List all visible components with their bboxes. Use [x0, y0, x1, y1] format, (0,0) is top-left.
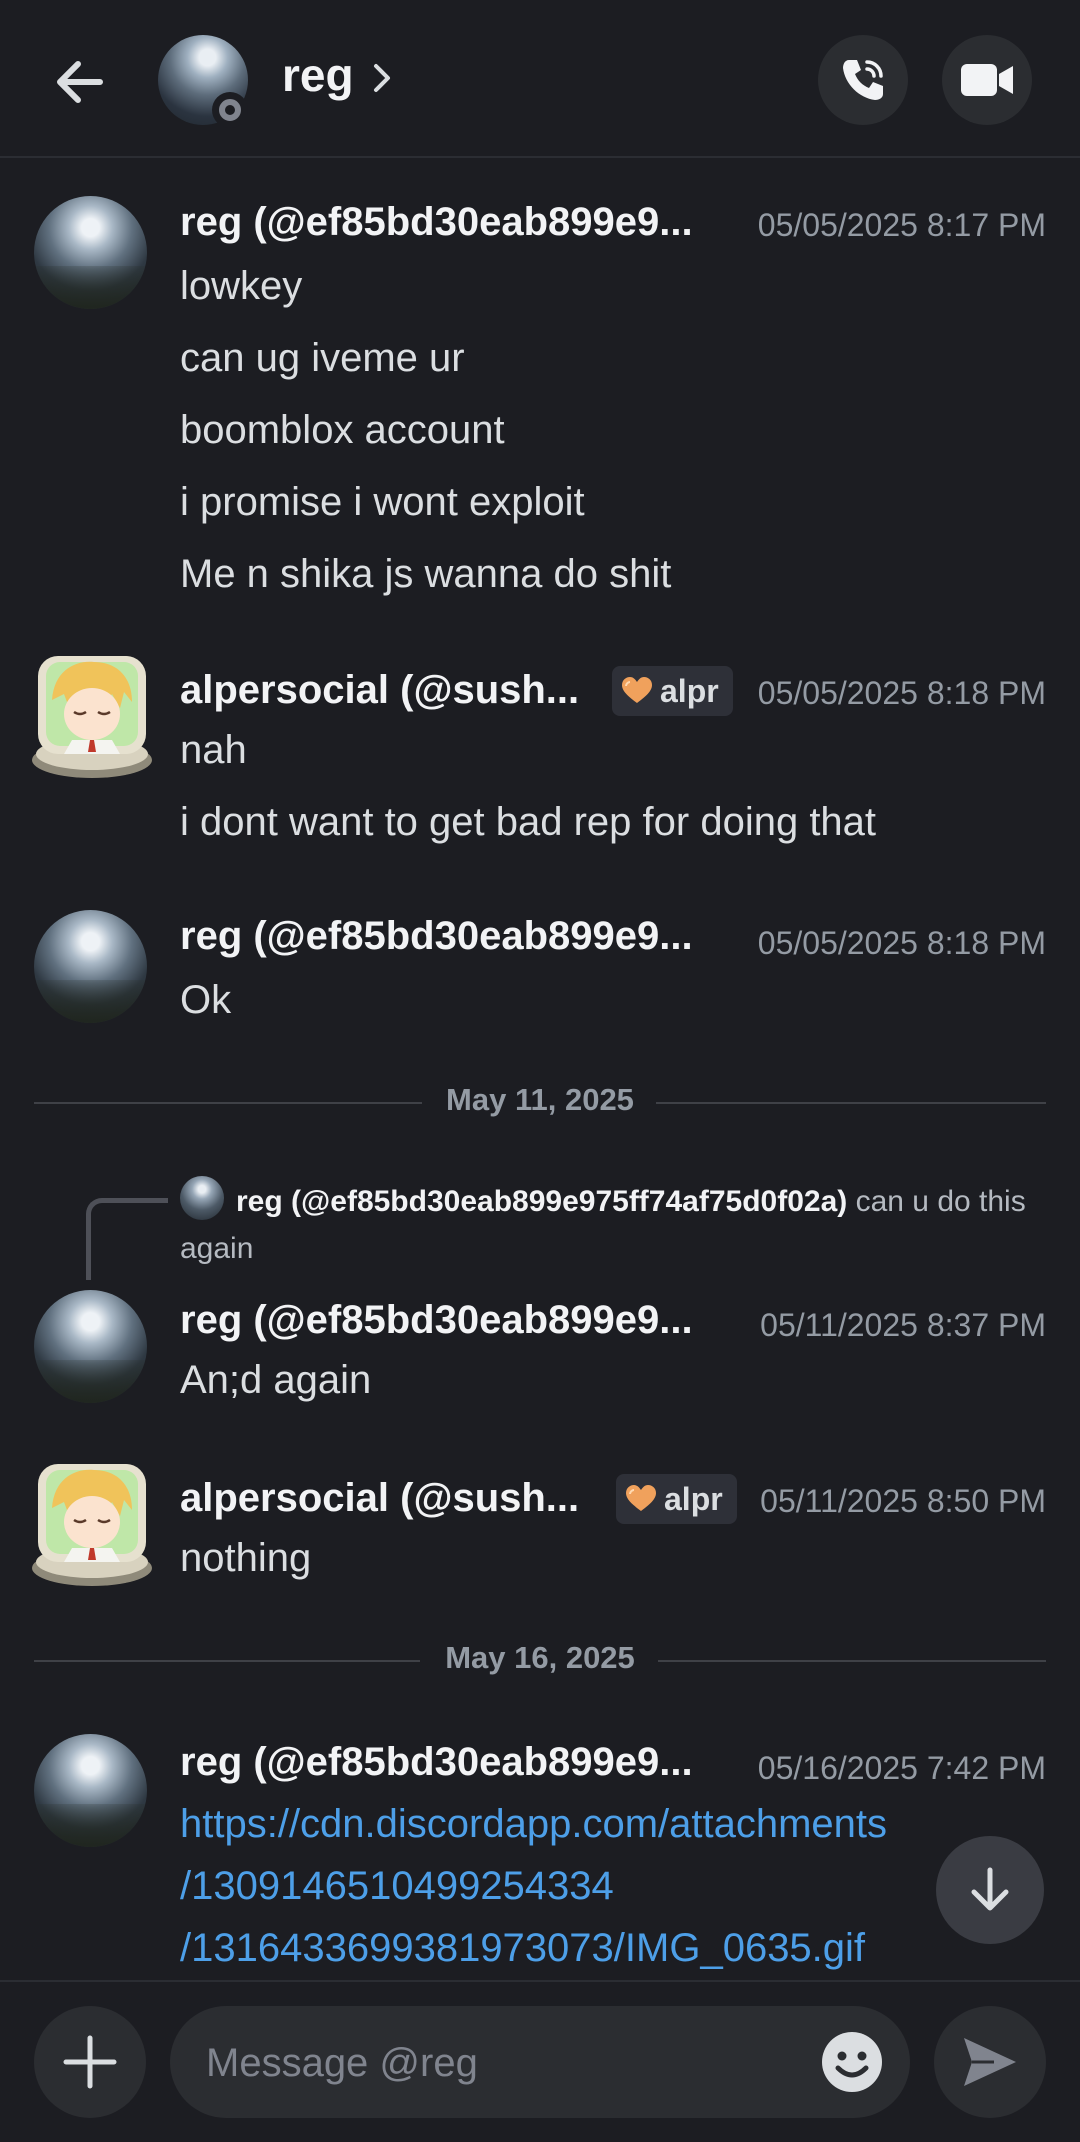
date-divider: May 16, 2025: [34, 1640, 1046, 1680]
date-divider-label: May 11, 2025: [446, 1082, 634, 1117]
chat-header: reg: [0, 0, 1080, 158]
message-timestamp: 05/11/2025 8:37 PM: [760, 1307, 1046, 1343]
message-author[interactable]: reg (@ef85bd30eab899e9...: [180, 200, 693, 245]
message-timestamp: 05/05/2025 8:18 PM: [757, 925, 1046, 961]
date-divider: May 11, 2025: [34, 1082, 1046, 1122]
video-camera-icon: [961, 64, 1013, 96]
voice-call-button[interactable]: [818, 35, 908, 125]
message-text: Ok: [180, 978, 232, 1022]
send-button[interactable]: [934, 2006, 1046, 2118]
avatar-alpersocial[interactable]: [24, 648, 160, 784]
avatar-reg[interactable]: [34, 910, 147, 1023]
server-tag[interactable]: alpr: [612, 666, 733, 716]
video-call-button[interactable]: [942, 35, 1032, 125]
scroll-to-bottom-button[interactable]: [936, 1836, 1044, 1944]
attachment-link[interactable]: /1316433699381973073/IMG_0635.gif: [180, 1926, 865, 1971]
message-author[interactable]: alpersocial (@sush...: [180, 668, 579, 713]
message-text: boomblox account: [180, 408, 505, 452]
message-text: Me n shika js wanna do shit: [180, 552, 672, 596]
server-tag[interactable]: alpr: [616, 1474, 737, 1524]
message-timestamp: 05/11/2025 8:50 PM: [760, 1483, 1046, 1519]
message-author[interactable]: alpersocial (@sush...: [180, 1476, 579, 1521]
phone-icon: [843, 60, 883, 100]
message-timestamp: 05/16/2025 7:42 PM: [757, 1750, 1046, 1786]
back-arrow-icon[interactable]: [48, 50, 112, 114]
arrow-down-icon: [971, 1867, 1009, 1911]
message-text: An;d again: [180, 1358, 372, 1402]
message-text: lowkey: [180, 264, 303, 308]
heart-icon: [626, 1485, 656, 1511]
offline-status-icon: [212, 92, 248, 128]
message-timestamp: 05/05/2025 8:17 PM: [757, 207, 1046, 243]
header-username[interactable]: reg: [282, 48, 354, 102]
attachment-link[interactable]: https://cdn.discordapp.com/attachments: [180, 1802, 887, 1847]
reply-spine: [86, 1198, 168, 1280]
message-timestamp: 05/05/2025 8:18 PM: [757, 675, 1046, 711]
chevron-right-icon[interactable]: [368, 58, 398, 98]
add-attachment-button[interactable]: [34, 2006, 146, 2118]
message-author[interactable]: reg (@ef85bd30eab899e9...: [180, 1298, 693, 1343]
smiley-icon[interactable]: [820, 2030, 884, 2094]
message-input-container[interactable]: [170, 2006, 910, 2118]
message-text: i promise i wont exploit: [180, 480, 585, 524]
message-text: nothing: [180, 1536, 312, 1580]
date-divider-label: May 16, 2025: [445, 1640, 635, 1675]
message-text: i dont want to get bad rep for doing tha…: [180, 800, 877, 844]
avatar-alpersocial[interactable]: [24, 1456, 160, 1592]
plus-icon: [63, 2035, 117, 2089]
message-input[interactable]: [204, 2028, 768, 2098]
server-tag-label: alpr: [660, 672, 719, 709]
message-text: can ug iveme ur: [180, 336, 465, 380]
avatar-reg[interactable]: [34, 196, 147, 309]
server-tag-label: alpr: [664, 1480, 723, 1517]
send-icon: [964, 2038, 1016, 2086]
attachment-link[interactable]: /1309146510499254334: [180, 1864, 614, 1909]
message-author[interactable]: reg (@ef85bd30eab899e9...: [180, 914, 693, 959]
avatar-reg[interactable]: [34, 1290, 147, 1403]
avatar-reg[interactable]: [34, 1734, 147, 1847]
reply-preview[interactable]: reg (@ef85bd30eab899e975ff74af75d0f02a) …: [180, 1178, 1040, 1272]
message-author[interactable]: reg (@ef85bd30eab899e9...: [180, 1740, 693, 1785]
message-text: nah: [180, 728, 247, 772]
reply-author: reg (@ef85bd30eab899e975ff74af75d0f02a): [236, 1185, 848, 1218]
heart-icon: [622, 677, 652, 703]
